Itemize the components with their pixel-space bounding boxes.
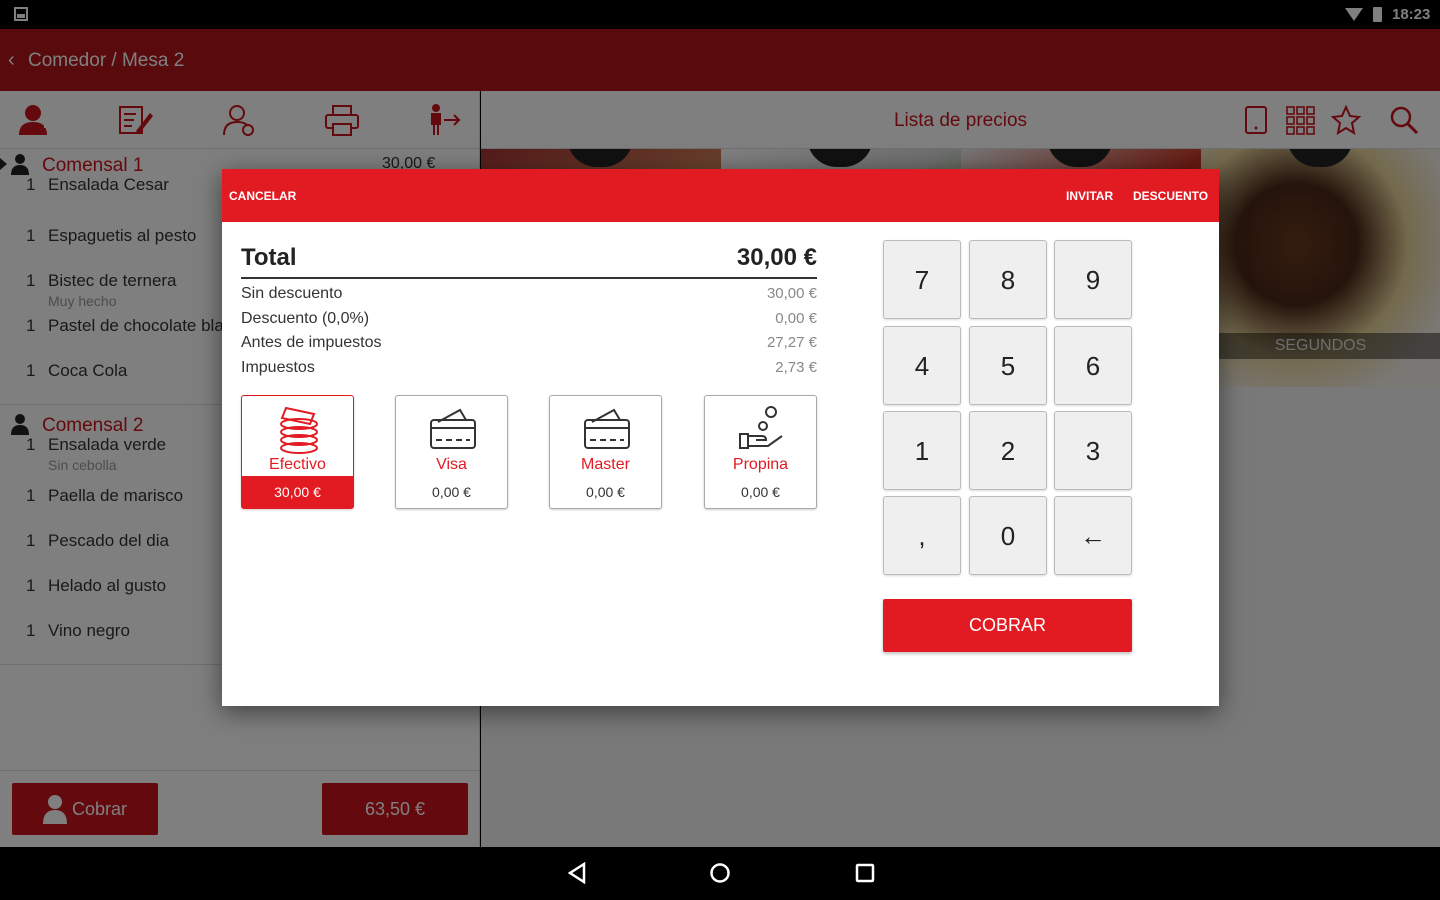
- total-value: 30,00 €: [736, 244, 817, 271]
- summary-value: 0,00 €: [775, 309, 817, 327]
- summary-row: Sin descuento 30,00 €: [241, 279, 817, 304]
- payment-method-visa[interactable]: Visa 0,00 €: [395, 395, 508, 509]
- charge-button[interactable]: COBRAR: [883, 599, 1132, 652]
- payment-method-cash[interactable]: Efectivo 30,00 €: [241, 395, 354, 509]
- key-9[interactable]: 9: [1054, 240, 1132, 319]
- total-label: Total: [241, 244, 297, 271]
- invite-button[interactable]: INVITAR: [1066, 189, 1113, 203]
- key-comma[interactable]: ,: [883, 496, 961, 575]
- payment-method-tip[interactable]: Propina 0,00 €: [704, 395, 817, 509]
- dialog-action-bar: CANCELAR INVITAR DESCUENTO: [222, 169, 1219, 222]
- total-row: Total 30,00 €: [241, 241, 817, 279]
- credit-card-icon: [584, 408, 630, 449]
- key-1[interactable]: 1: [883, 411, 961, 490]
- credit-card-icon: [430, 408, 476, 449]
- payment-method-amount: 0,00 €: [741, 484, 780, 500]
- payment-methods: Efectivo 30,00 € Visa 0,00 € Master 0,00…: [241, 395, 817, 509]
- summary-label: Descuento (0,0%): [241, 309, 370, 327]
- key-2[interactable]: 2: [969, 411, 1047, 490]
- key-8[interactable]: 8: [969, 240, 1047, 319]
- nav-home-icon[interactable]: [709, 862, 731, 884]
- nav-back-icon[interactable]: [566, 862, 588, 884]
- payment-method-amount: 0,00 €: [432, 484, 471, 500]
- summary-value: 2,73 €: [775, 358, 817, 376]
- key-3[interactable]: 3: [1054, 411, 1132, 490]
- tip-hand-icon: [739, 406, 783, 449]
- payment-summary: Total 30,00 € Sin descuento 30,00 € Desc…: [241, 241, 817, 377]
- summary-value: 27,27 €: [766, 334, 817, 351]
- payment-method-name: Efectivo: [269, 456, 326, 473]
- summary-label: Sin descuento: [241, 285, 343, 302]
- nav-recents-icon[interactable]: [854, 862, 876, 884]
- payment-method-master[interactable]: Master 0,00 €: [549, 395, 662, 509]
- payment-method-amount: 30,00 €: [242, 476, 353, 508]
- summary-row: Impuestos 2,73 €: [241, 353, 817, 378]
- summary-row: Descuento (0,0%) 0,00 €: [241, 304, 817, 329]
- payment-method-name: Propina: [732, 456, 789, 473]
- key-5[interactable]: 5: [969, 326, 1047, 405]
- payment-dialog: CANCELAR INVITAR DESCUENTO Total 30,00 €…: [222, 169, 1219, 706]
- backspace-key[interactable]: ←: [1054, 496, 1132, 575]
- key-6[interactable]: 6: [1054, 326, 1132, 405]
- key-4[interactable]: 4: [883, 326, 961, 405]
- system-nav-bar: [0, 847, 1440, 900]
- payment-method-name: Visa: [436, 456, 467, 473]
- summary-label: Impuestos: [241, 358, 315, 376]
- key-0[interactable]: 0: [969, 496, 1047, 575]
- key-7[interactable]: 7: [883, 240, 961, 319]
- summary-row: Antes de impuestos 27,27 €: [241, 328, 817, 353]
- discount-button[interactable]: DESCUENTO: [1133, 189, 1208, 203]
- summary-label: Antes de impuestos: [241, 334, 382, 351]
- cancel-button[interactable]: CANCELAR: [229, 189, 296, 203]
- summary-value: 30,00 €: [766, 285, 817, 302]
- payment-method-amount: 0,00 €: [586, 484, 625, 500]
- cash-stack-icon: [280, 406, 318, 454]
- payment-method-name: Master: [581, 456, 630, 473]
